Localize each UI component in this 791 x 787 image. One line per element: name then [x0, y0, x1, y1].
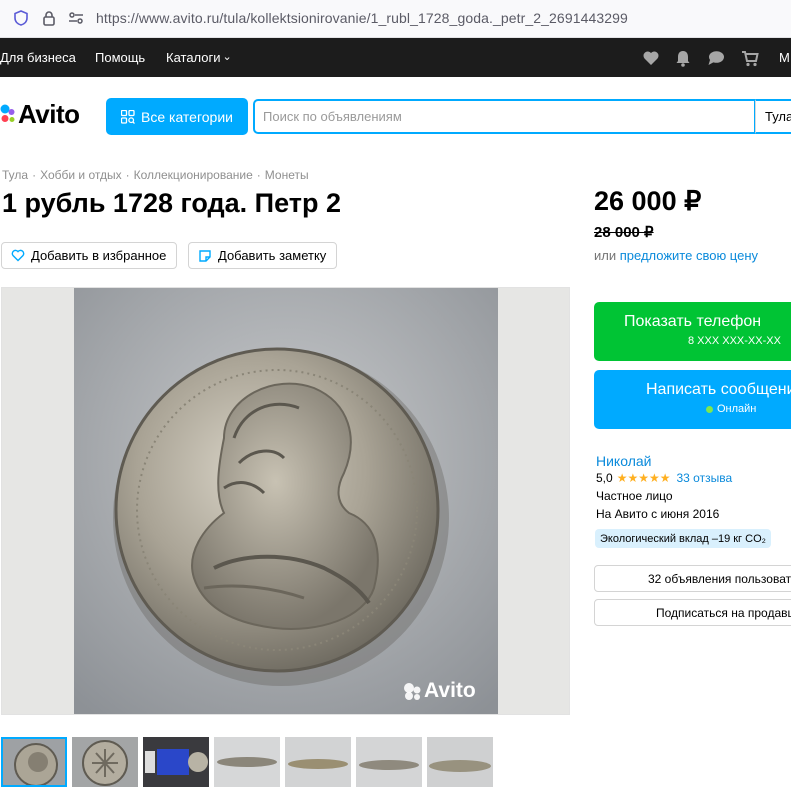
- add-favorite-button[interactable]: Добавить в избранное: [1, 242, 178, 269]
- gallery-side-left: [2, 288, 74, 714]
- for-business-link[interactable]: Для бизнеса: [0, 50, 76, 65]
- thumbnail-image: [285, 737, 351, 787]
- logo-text: Avito: [18, 98, 80, 129]
- thumbnail-7[interactable]: [427, 737, 493, 787]
- lock-icon[interactable]: [40, 9, 58, 27]
- cart-icon[interactable]: [740, 48, 760, 68]
- masked-phone: 8 XXX XXX-XX-XX: [688, 335, 781, 347]
- online-dot-icon: [706, 405, 713, 413]
- heart-icon[interactable]: [641, 48, 661, 68]
- photo-gallery[interactable]: [1, 287, 570, 715]
- breadcrumb-item-collecting[interactable]: Коллекционирование: [134, 168, 253, 182]
- thumbnail-4[interactable]: [214, 737, 280, 787]
- online-status: Онлайн: [594, 403, 791, 415]
- breadcrumb-item-hobby[interactable]: Хобби и отдых: [40, 168, 122, 182]
- all-categories-label: Все категории: [141, 108, 233, 125]
- coin-photo[interactable]: [74, 288, 498, 715]
- top-navigation: Для бизнеса Помощь Каталоги ⌄ М: [0, 38, 791, 77]
- write-message-button[interactable]: Написать сообщение Онлайн: [594, 370, 791, 429]
- thumbnail-3[interactable]: [143, 737, 209, 787]
- old-price: 28 000 ₽: [594, 224, 654, 241]
- reviews-link[interactable]: 33 отзыва: [676, 471, 732, 485]
- breadcrumb-separator: ·: [256, 168, 261, 182]
- watermark-text: Avito: [424, 679, 476, 702]
- eco-badge[interactable]: Экологический вклад –19 кг CO₂: [595, 529, 771, 548]
- search-box: [253, 99, 756, 134]
- help-link[interactable]: Помощь: [95, 50, 145, 65]
- avito-logo[interactable]: Avito: [0, 98, 80, 130]
- heart-outline-icon: [11, 249, 25, 262]
- add-favorite-label: Добавить в избранное: [31, 248, 167, 263]
- seller-name[interactable]: Николай: [596, 453, 651, 469]
- avito-watermark: Avito: [402, 679, 476, 703]
- thumbnail-6[interactable]: [356, 737, 422, 787]
- browser-address-bar: https://www.avito.ru/tula/kollektsioniro…: [0, 0, 791, 38]
- price-offer: или предложите свою цену: [594, 248, 758, 263]
- page-title: 1 рубль 1728 года. Петр 2: [2, 188, 341, 218]
- chevron-down-icon: ⌄: [222, 51, 232, 63]
- suggest-price-link[interactable]: предложите свою цену: [620, 248, 758, 263]
- all-categories-button[interactable]: Все категории: [106, 98, 248, 135]
- breadcrumb-separator: ·: [32, 168, 37, 182]
- chat-icon[interactable]: [706, 48, 726, 68]
- thumbnail-image: [3, 739, 65, 785]
- thumbnail-image: [72, 737, 138, 787]
- subscribe-seller-button[interactable]: Подписаться на продавца: [594, 599, 791, 626]
- breadcrumb: Тула · Хобби и отдых · Коллекционирование · Мо…: [2, 168, 309, 182]
- logo-dots-icon: [0, 104, 15, 122]
- star-rating-icon: ★★★★★: [616, 471, 671, 485]
- add-note-button[interactable]: Добавить заметку: [188, 242, 338, 269]
- write-message-label: Написать сообщение: [646, 381, 791, 398]
- catalogs-label: Каталоги: [166, 50, 221, 65]
- bell-icon[interactable]: [673, 48, 693, 68]
- watermark-logo-icon: [404, 683, 421, 700]
- shield-icon[interactable]: [12, 9, 30, 27]
- catalogs-link[interactable]: Каталоги ⌄: [166, 50, 232, 65]
- city-selector[interactable]: Тула: [755, 99, 791, 134]
- breadcrumb-separator: ·: [125, 168, 130, 182]
- permissions-icon[interactable]: [67, 9, 85, 27]
- price: 26 000 ₽: [594, 186, 702, 216]
- breadcrumb-item-city[interactable]: Тула: [2, 168, 28, 182]
- seller-since: На Авито с июня 2016: [596, 507, 720, 521]
- note-icon: [199, 249, 211, 262]
- search-input[interactable]: [255, 101, 754, 132]
- thumbnail-5[interactable]: [285, 737, 351, 787]
- thumbnail-image: [143, 737, 209, 787]
- thumbnail-image: [356, 737, 422, 787]
- offer-prefix: или: [594, 248, 617, 263]
- show-phone-label: Показать телефон: [624, 313, 762, 330]
- seller-type: Частное лицо: [596, 489, 673, 503]
- search-icon: [121, 109, 135, 124]
- thumbnail-image: [427, 737, 493, 787]
- profile-link[interactable]: М: [779, 50, 790, 65]
- add-note-label: Добавить заметку: [218, 248, 327, 263]
- url-text[interactable]: https://www.avito.ru/tula/kollektsioniro…: [96, 10, 628, 26]
- gallery-side-right: [497, 288, 569, 714]
- online-label: Онлайн: [717, 403, 757, 415]
- thumbnail-image: [214, 737, 280, 787]
- seller-listings-button[interactable]: 32 объявления пользователя: [594, 565, 791, 592]
- thumbnail-1[interactable]: [1, 737, 67, 787]
- rating-value: 5,0: [596, 471, 613, 485]
- show-phone-button[interactable]: Показать телефон 8 XXX XXX-XX-XX: [594, 302, 791, 361]
- seller-rating: 5,0 ★★★★★ 33 отзыва: [596, 471, 732, 485]
- breadcrumb-item-coins[interactable]: Монеты: [265, 168, 309, 182]
- thumbnail-2[interactable]: [72, 737, 138, 787]
